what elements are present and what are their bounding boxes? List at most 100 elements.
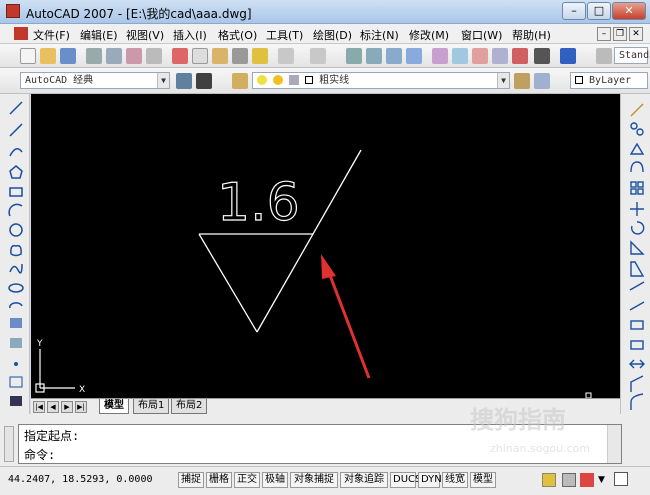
zoom-window-icon[interactable] [386, 48, 402, 64]
lineweight-toggle[interactable]: 线宽 [442, 472, 468, 488]
zoom-realtime-icon[interactable] [366, 48, 382, 64]
markup-icon[interactable] [512, 48, 528, 64]
make-block-icon [10, 338, 22, 348]
menu-file[interactable]: 文件(F) [33, 27, 70, 43]
sheet-set-icon[interactable] [492, 48, 508, 64]
model-toggle[interactable]: 模型 [470, 472, 496, 488]
ducs-toggle[interactable]: DUCS [390, 472, 421, 488]
osnap-toggle[interactable]: 对象捕捉 [290, 472, 338, 488]
menu-modify[interactable]: 修改(M) [409, 27, 449, 43]
color-swatch-icon [305, 76, 314, 84]
roughness-value: 1.6 [217, 173, 300, 233]
snap-toggle[interactable]: 捕捉 [178, 472, 204, 488]
mdi-minimize-button[interactable]: – [597, 27, 611, 41]
draw-toolbar [0, 94, 30, 414]
grid-toggle[interactable]: 栅格 [206, 472, 232, 488]
layer-previous-icon[interactable] [534, 73, 550, 89]
color-combo[interactable]: ByLayer [570, 72, 648, 89]
first-tab-button[interactable]: |◀ [33, 401, 45, 413]
modify-toolbar-icons [629, 103, 645, 410]
chevron-down-icon[interactable]: ▼ [598, 475, 605, 485]
command-scrollbar[interactable] [607, 425, 621, 463]
text-style-icon[interactable] [596, 48, 612, 64]
polar-toggle[interactable]: 极轴 [262, 472, 288, 488]
communication-center-icon[interactable] [542, 473, 556, 487]
last-tab-button[interactable]: ▶| [75, 401, 87, 413]
prev-tab-button[interactable]: ◀ [47, 401, 59, 413]
workspace-label: AutoCAD 经典 [25, 75, 94, 86]
autocad-app-icon[interactable] [6, 4, 20, 18]
layer-combo[interactable]: 粗实线 ▼ [252, 72, 510, 89]
mdi-restore-button[interactable]: ❐ [613, 27, 627, 41]
3d-dwf-icon[interactable] [146, 48, 162, 64]
print-icon[interactable] [86, 48, 102, 64]
block-editor-icon[interactable] [252, 48, 268, 64]
drawing-canvas[interactable]: 1.6 Y X [31, 94, 620, 399]
command-prompt[interactable]: 命令: [24, 446, 55, 463]
dyn-toggle[interactable]: DYN [418, 472, 442, 488]
match-properties-icon[interactable] [232, 48, 248, 64]
watermark: 搜狗指南 [470, 406, 566, 434]
undo-icon[interactable] [278, 48, 294, 64]
new-icon[interactable] [20, 48, 36, 64]
extend-icon [629, 301, 645, 311]
coordinate-readout[interactable]: 44.2407, 18.5293, 0.0000 [8, 474, 153, 485]
menu-view[interactable]: 视图(V) [126, 27, 164, 43]
zoom-previous-icon[interactable] [406, 48, 422, 64]
menu-draw[interactable]: 绘图(D) [313, 27, 352, 43]
text-style-combo[interactable]: Stand [614, 47, 649, 64]
pan-icon[interactable] [346, 48, 362, 64]
mdi-close-button[interactable]: ✕ [629, 27, 643, 41]
make-object-layer-current-icon[interactable] [514, 73, 530, 89]
tool-palettes-icon[interactable] [472, 48, 488, 64]
chevron-down-icon[interactable]: ▼ [157, 73, 169, 88]
tab-layout1[interactable]: 布局1 [133, 399, 170, 414]
maximize-button[interactable]: □ [587, 2, 611, 20]
menu-tools[interactable]: 工具(T) [266, 27, 303, 43]
next-tab-button[interactable]: ▶ [61, 401, 73, 413]
tab-model[interactable]: 模型 [99, 399, 129, 414]
menu-bar: 文件(F) 编辑(E) 视图(V) 插入(I) 格式(O) 工具(T) 绘图(D… [0, 24, 650, 44]
move-icon [630, 202, 644, 216]
chevron-down-icon[interactable]: ▼ [497, 73, 509, 88]
publish-icon[interactable] [126, 48, 142, 64]
menu-insert[interactable]: 插入(I) [173, 27, 207, 43]
alert-icon[interactable] [580, 473, 594, 487]
save-workspace-icon[interactable] [196, 73, 212, 89]
layers-toolbar: AutoCAD 经典 ▼ 粗实线 ▼ ByLayer [0, 68, 650, 94]
cut-icon[interactable] [172, 48, 188, 64]
otrack-toggle[interactable]: 对象追踪 [340, 472, 388, 488]
paste-icon[interactable] [212, 48, 228, 64]
menu-format[interactable]: 格式(O) [218, 27, 257, 43]
menu-help[interactable]: 帮助(H) [512, 27, 551, 43]
minimize-button[interactable]: – [562, 2, 586, 20]
properties-icon[interactable] [432, 48, 448, 64]
document-icon[interactable] [14, 27, 28, 40]
workspace-settings-icon[interactable] [176, 73, 192, 89]
menu-edit[interactable]: 编辑(E) [80, 27, 118, 43]
roughness-left-leg [198, 233, 258, 333]
rotate-icon [630, 221, 645, 235]
design-center-icon[interactable] [452, 48, 468, 64]
print-preview-icon[interactable] [106, 48, 122, 64]
sun-icon [273, 75, 284, 85]
color-swatch-icon [575, 76, 583, 84]
open-icon[interactable] [40, 48, 56, 64]
workspace-combo[interactable]: AutoCAD 经典 ▼ [20, 72, 170, 89]
redo-icon[interactable] [310, 48, 326, 64]
tab-layout2[interactable]: 布局2 [171, 399, 208, 414]
command-grip[interactable] [4, 426, 14, 462]
save-icon[interactable] [60, 48, 76, 64]
menu-dimension[interactable]: 标注(N) [360, 27, 399, 43]
layer-manager-icon[interactable] [232, 73, 248, 89]
polyline-icon [9, 148, 23, 157]
ortho-toggle[interactable]: 正交 [234, 472, 260, 488]
join-icon [629, 359, 645, 369]
copy-icon[interactable] [192, 48, 208, 64]
calculator-icon[interactable] [534, 48, 550, 64]
close-button[interactable]: ✕ [612, 2, 646, 20]
menu-window[interactable]: 窗口(W) [461, 27, 502, 43]
lock-icon[interactable] [562, 473, 576, 487]
clean-screen-icon[interactable] [614, 472, 628, 486]
help-icon[interactable] [560, 48, 576, 64]
